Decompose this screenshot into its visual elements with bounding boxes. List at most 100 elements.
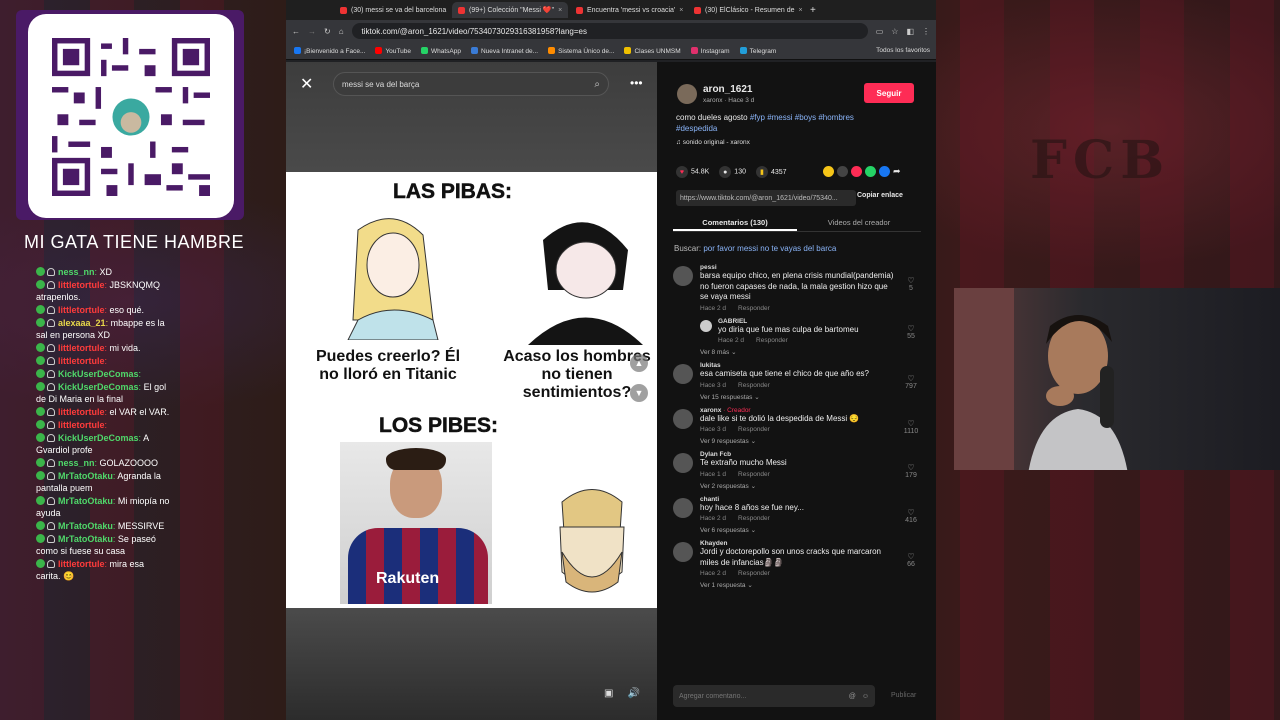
- search-icon[interactable]: ⌕: [594, 79, 600, 90]
- chat-username[interactable]: littletortule: [58, 280, 105, 290]
- view-replies-button[interactable]: Ver 1 respuesta ⌄: [700, 581, 921, 589]
- view-replies-button[interactable]: Ver 2 respuestas ⌄: [700, 482, 921, 490]
- chat-username[interactable]: littletortule: [58, 420, 105, 430]
- chat-username[interactable]: ness_nn: [58, 267, 95, 277]
- comment-like-button[interactable]: ♡ 55: [901, 324, 921, 340]
- home-icon[interactable]: ⌂: [339, 27, 344, 36]
- browser-tab[interactable]: (99+) Colección "Messi ❤️" ×: [452, 2, 568, 18]
- install-icon[interactable]: ▭: [876, 27, 884, 36]
- commenter-name[interactable]: xaronx: [700, 407, 721, 414]
- follow-button[interactable]: Seguir: [864, 83, 914, 103]
- video-link-field[interactable]: https://www.tiktok.com/@aron_1621/video/…: [676, 190, 856, 206]
- embed-icon[interactable]: [837, 166, 848, 177]
- avatar[interactable]: [677, 84, 697, 104]
- sound-link[interactable]: ♫ sonido original - xaronx: [676, 139, 750, 146]
- chat-username[interactable]: MrTatoOtaku: [58, 534, 113, 544]
- bookmark-item[interactable]: ¡Bienvenido a Face...: [294, 46, 365, 55]
- comment-like-button[interactable]: ♡ 5: [901, 276, 921, 292]
- emoji-icon[interactable]: ☺: [862, 693, 869, 700]
- bookmark-item[interactable]: YouTube: [375, 46, 411, 55]
- extensions-icon[interactable]: ◧: [906, 27, 914, 36]
- comment-button[interactable]: ● 130: [719, 166, 746, 178]
- reply-button[interactable]: Responder: [756, 337, 788, 344]
- commenter-avatar[interactable]: [700, 319, 712, 332]
- chat-username[interactable]: MrTatoOtaku: [58, 496, 113, 506]
- view-replies-button[interactable]: Ver 6 respuestas ⌄: [700, 526, 921, 534]
- volume-icon[interactable]: 🔊: [627, 688, 639, 699]
- chat-username[interactable]: littletortule: [58, 305, 105, 315]
- comment-like-button[interactable]: ♡ 66: [901, 552, 921, 568]
- comment-like-button[interactable]: ♡ 797: [901, 374, 921, 390]
- chat-username[interactable]: littletortule: [58, 559, 105, 569]
- reply-button[interactable]: Responder: [738, 471, 770, 478]
- facebook-icon[interactable]: [879, 166, 890, 177]
- chat-username[interactable]: littletortule: [58, 343, 105, 353]
- commenter-name[interactable]: pessi: [700, 264, 717, 271]
- bookmark-star-icon[interactable]: ☆: [891, 27, 898, 36]
- commenter-name[interactable]: chanti: [700, 496, 719, 503]
- chat-username[interactable]: MrTatoOtaku: [58, 521, 113, 531]
- search-suggestion-link[interactable]: por favor messi no te vayas del barca: [703, 244, 836, 253]
- search-bar[interactable]: ⌕: [333, 72, 609, 96]
- reply-button[interactable]: Responder: [738, 515, 770, 522]
- add-comment-box[interactable]: @ ☺: [673, 685, 875, 707]
- bookmark-item[interactable]: WhatsApp: [420, 46, 461, 55]
- browser-tab[interactable]: (30) ElClásico - Resumen de ×: [688, 2, 804, 18]
- reply-button[interactable]: Responder: [738, 426, 770, 433]
- comment-like-button[interactable]: ♡ 179: [901, 463, 921, 479]
- reply-button[interactable]: Responder: [738, 382, 770, 389]
- bookmark-item[interactable]: Nueva Intranet de...: [470, 46, 538, 55]
- chat-username[interactable]: KickUserDeComas: [58, 369, 139, 379]
- url-bar[interactable]: tiktok.com/@aron_1621/video/753407302931…: [351, 23, 868, 39]
- tab-creator-videos[interactable]: Videos del creador: [797, 212, 921, 231]
- chat-username[interactable]: ness_nn: [58, 458, 95, 468]
- chat-username[interactable]: littletortule: [58, 407, 105, 417]
- video-player[interactable]: ✕ ⌕ ••• LAS PIBAS: Puedes creerlo? Él no…: [286, 62, 657, 720]
- bookmark-item[interactable]: Sistema Único de...: [548, 46, 614, 55]
- new-tab-icon[interactable]: +: [810, 5, 816, 16]
- view-replies-button[interactable]: Ver 9 respuestas ⌄: [700, 437, 921, 445]
- share-tiktok-icon[interactable]: [851, 166, 862, 177]
- whatsapp-icon[interactable]: [865, 166, 876, 177]
- browser-tab[interactable]: Encuentra 'messi vs croacia' ×: [570, 2, 686, 18]
- view-replies-button[interactable]: Ver 15 respuestas ⌄: [700, 393, 921, 401]
- previous-video-button[interactable]: ▲: [630, 354, 648, 372]
- commenter-avatar[interactable]: [673, 408, 693, 429]
- forward-icon[interactable]: →: [308, 27, 316, 36]
- comment-input[interactable]: [679, 692, 849, 700]
- commenter-avatar[interactable]: [673, 364, 693, 384]
- reload-icon[interactable]: ↻: [324, 27, 331, 36]
- commenter-name[interactable]: GABRIEL: [718, 318, 878, 325]
- browser-tab[interactable]: (30) messi se va del barcelona×: [334, 2, 450, 18]
- search-input[interactable]: [342, 79, 595, 89]
- share-arrow-icon[interactable]: ➦: [893, 166, 901, 177]
- close-icon[interactable]: ✕: [300, 74, 313, 94]
- commenter-name[interactable]: lukitas: [700, 362, 721, 369]
- publish-button[interactable]: Publicar: [891, 692, 916, 699]
- bookmark-item[interactable]: Telegram: [739, 46, 776, 55]
- commenter-avatar[interactable]: [673, 453, 693, 473]
- bookmark-item[interactable]: Instagram: [690, 46, 730, 55]
- comment-like-button[interactable]: ♡ 416: [901, 508, 921, 524]
- chat-username[interactable]: KickUserDeComas: [58, 382, 139, 392]
- bookmark-item[interactable]: Clases UNMSM: [624, 46, 681, 55]
- more-options-icon[interactable]: •••: [630, 76, 643, 90]
- all-bookmarks-folder[interactable]: Todos los favoritos: [876, 47, 930, 54]
- like-button[interactable]: ♥ 54.8K: [676, 166, 709, 178]
- menu-icon[interactable]: ⋮: [922, 27, 930, 36]
- chat-username[interactable]: KickUserDeComas: [58, 433, 139, 443]
- close-tab-icon[interactable]: ×: [798, 7, 802, 14]
- commenter-avatar[interactable]: [673, 266, 693, 286]
- next-video-button[interactable]: ▼: [630, 384, 648, 402]
- post-username[interactable]: aron_1621: [703, 84, 752, 95]
- share-emoji-icon[interactable]: [823, 166, 834, 177]
- pip-icon[interactable]: ▣: [604, 688, 613, 699]
- mention-icon[interactable]: @: [849, 693, 856, 700]
- comment-like-button[interactable]: ♡ 1110: [901, 419, 921, 435]
- commenter-avatar[interactable]: [673, 497, 693, 518]
- copy-link-button[interactable]: Copiar enlace: [857, 192, 903, 199]
- reply-button[interactable]: Responder: [738, 570, 770, 577]
- back-icon[interactable]: ←: [292, 27, 300, 36]
- chat-username[interactable]: MrTatoOtaku: [58, 471, 113, 481]
- close-tab-icon[interactable]: ×: [679, 7, 683, 14]
